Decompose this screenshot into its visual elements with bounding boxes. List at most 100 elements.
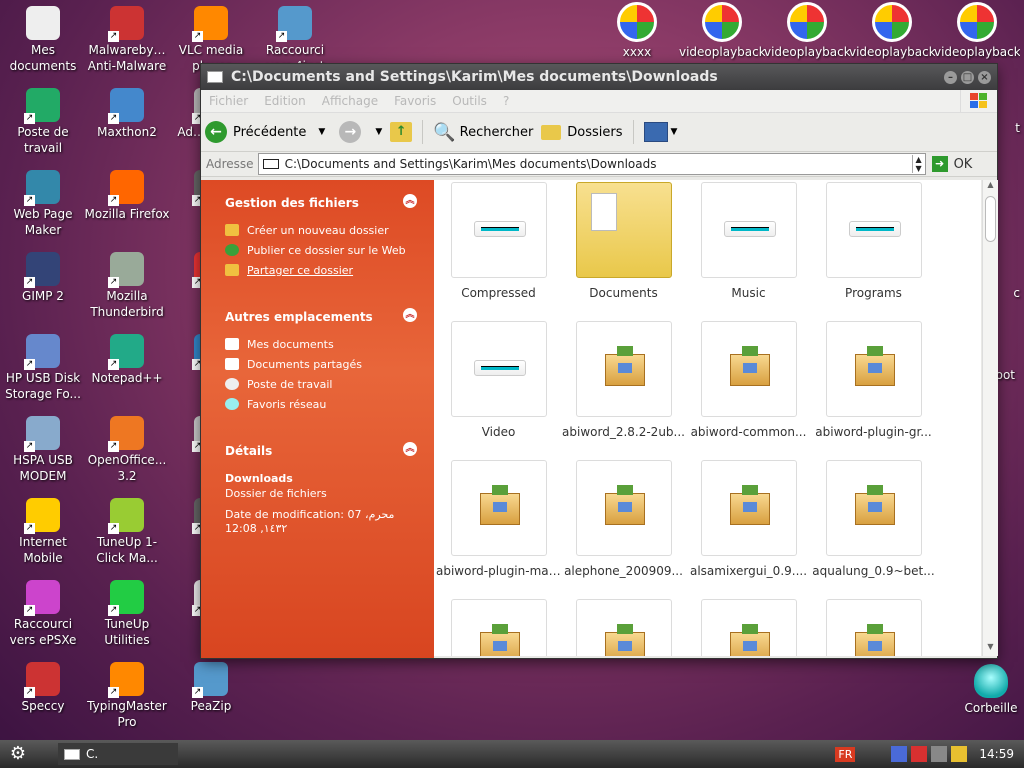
back-button[interactable]: ← Précédente ▼ [201, 117, 329, 147]
search-button[interactable]: 🔍 Rechercher [429, 117, 537, 147]
start-menu-icon[interactable]: ⚙ [8, 744, 28, 764]
file-item[interactable]: alephone_200909... [561, 460, 686, 578]
desktop-icon[interactable]: Notepad++ [84, 332, 170, 386]
file-item[interactable]: aqualung_0.9~bet... [811, 460, 936, 578]
desktop-icon-video[interactable]: videoplayback (3) [679, 0, 765, 62]
address-dropdown-icon[interactable]: ▲ ▼ [911, 155, 925, 173]
forward-button[interactable]: → ▼ [329, 117, 386, 147]
file-item[interactable] [561, 599, 686, 656]
app-icon [108, 334, 144, 370]
desktop-icon[interactable]: Raccourci vers ePSXe [0, 578, 86, 648]
details-name: Downloads [225, 472, 293, 485]
file-item[interactable]: abiword-plugin-gr... [811, 321, 936, 439]
desktop-icon[interactable]: TuneUp Utilities [84, 578, 170, 648]
volume-tray-icon[interactable] [931, 746, 948, 762]
menu-outils[interactable]: Outils [444, 94, 495, 108]
taskbar-task-explorer[interactable]: C. [58, 743, 178, 765]
desktop-icon[interactable]: TypingMaster Pro [84, 660, 170, 730]
desktop-icon[interactable]: HSPA USB MODEM [0, 414, 86, 484]
desktop-icon-video[interactable]: xxxx [594, 0, 680, 60]
desktop-icon[interactable]: Mozilla Thunderbird [84, 250, 170, 320]
minimize-button[interactable]: – [944, 70, 957, 84]
menu-affichage[interactable]: Affichage [314, 94, 386, 108]
file-item[interactable]: abiword-plugin-mat... [436, 460, 561, 578]
desktop-icon[interactable]: Malwareby… Anti-Malware [84, 4, 170, 74]
folder-window-icon [64, 748, 80, 760]
file-item[interactable] [686, 599, 811, 656]
menu-favoris[interactable]: Favoris [386, 94, 444, 108]
desktop-icon[interactable]: GIMP 2 [0, 250, 86, 304]
folders-button[interactable]: Dossiers [537, 117, 626, 147]
place-poste-de-travail[interactable]: Poste de travail [225, 374, 417, 394]
desktop-icon[interactable]: Poste de travail [0, 86, 86, 156]
desktop-icon[interactable]: Internet Mobile [0, 496, 86, 566]
go-button[interactable]: ➜ OK [931, 156, 972, 172]
forward-dropdown-icon[interactable]: ▼ [375, 127, 382, 137]
desktop-icon-corbeille[interactable]: Corbeille [948, 662, 1024, 716]
file-item[interactable]: abiword-common... [686, 321, 811, 439]
security-tray-icon[interactable] [911, 746, 928, 762]
file-item[interactable] [811, 599, 936, 656]
file-item[interactable] [436, 599, 561, 656]
desktop-icon[interactable]: Speccy [0, 660, 86, 714]
file-item[interactable]: Music [686, 182, 811, 300]
file-item[interactable]: Documents [561, 182, 686, 300]
vertical-scrollbar[interactable]: ▲ ▼ [982, 180, 998, 656]
menu-edition[interactable]: Edition [256, 94, 314, 108]
scroll-down-icon[interactable]: ▼ [983, 642, 998, 656]
drive-icon [825, 182, 922, 278]
menu-fichier[interactable]: Fichier [201, 94, 256, 108]
file-name: alsamixergui_0.9.... [689, 564, 808, 578]
desktop-icon[interactable]: Web Page Maker [0, 168, 86, 238]
file-name: Programs [845, 286, 902, 300]
scroll-thumb[interactable] [985, 196, 996, 242]
go-arrow-icon: ➜ [931, 156, 948, 172]
desktop-icon-video[interactable]: videoplayback [934, 0, 1020, 60]
file-item[interactable]: Video [436, 321, 561, 439]
drive-icon [450, 321, 547, 417]
collapse-icon[interactable]: ︽ [403, 308, 417, 322]
desktop-icon[interactable]: Maxthon2 [84, 86, 170, 140]
language-indicator[interactable]: FR [835, 746, 856, 762]
desktop-icon[interactable]: Mes documents [0, 4, 86, 74]
place-documents-partages[interactable]: Documents partagés [225, 354, 417, 374]
desktop-icon[interactable]: OpenOffice... 3.2 [84, 414, 170, 484]
menu-help[interactable]: ? [495, 94, 517, 108]
network-tray-icon[interactable] [891, 746, 908, 762]
file-item[interactable]: Compressed [436, 182, 561, 300]
package-icon [450, 460, 547, 556]
scroll-up-icon[interactable]: ▲ [983, 180, 998, 194]
close-button[interactable]: × [978, 70, 991, 84]
place-favoris-reseau[interactable]: Favoris réseau [225, 394, 417, 414]
file-item[interactable]: Programs [811, 182, 936, 300]
views-button[interactable]: ▼ [640, 117, 682, 147]
desktop-icon[interactable]: Mozilla Firefox [84, 168, 170, 222]
file-tasks-section: Gestion des fichiers ︽ Créer un nouveau … [225, 194, 417, 280]
desktop-icon[interactable]: TuneUp 1-Click Ma... [84, 496, 170, 566]
place-mes-documents[interactable]: Mes documents [225, 334, 417, 354]
section-title: Détails [225, 444, 273, 458]
task-publish-web[interactable]: Publier ce dossier sur le Web [225, 240, 417, 260]
collapse-icon[interactable]: ︽ [403, 442, 417, 456]
file-item[interactable]: abiword_2.8.2-2ub... [561, 321, 686, 439]
file-item[interactable]: alsamixergui_0.9.... [686, 460, 811, 578]
desktop-icon-video[interactable]: videoplayback (1) [849, 0, 935, 62]
maximize-button[interactable]: □ [961, 70, 974, 84]
up-folder-button[interactable]: ↑ [386, 117, 416, 147]
desktop-icon-video[interactable]: videoplayback (2) [764, 0, 850, 62]
folder-drive-icon [262, 159, 279, 169]
task-share-folder[interactable]: Partager ce dossier [225, 260, 417, 280]
collapse-icon[interactable]: ︽ [403, 194, 417, 208]
file-name: abiword_2.8.2-2ub... [562, 425, 685, 439]
desktop-icon[interactable]: PeaZip [168, 660, 254, 714]
window-icon [207, 71, 223, 83]
file-name: Documents [589, 286, 658, 300]
file-view: Compressed Documents Music Programs Video abi… [434, 180, 981, 656]
task-new-folder[interactable]: Créer un nouveau dossier [225, 220, 417, 240]
update-tray-icon[interactable] [951, 746, 968, 762]
window-titlebar[interactable]: C:\Documents and Settings\Karim\Mes docu… [201, 64, 997, 90]
address-input[interactable]: C:\Documents and Settings\Karim\Mes docu… [257, 153, 926, 175]
package-icon [575, 599, 672, 656]
desktop-icon[interactable]: HP USB Disk Storage Fo... [0, 332, 86, 402]
back-dropdown-icon[interactable]: ▼ [318, 127, 325, 137]
